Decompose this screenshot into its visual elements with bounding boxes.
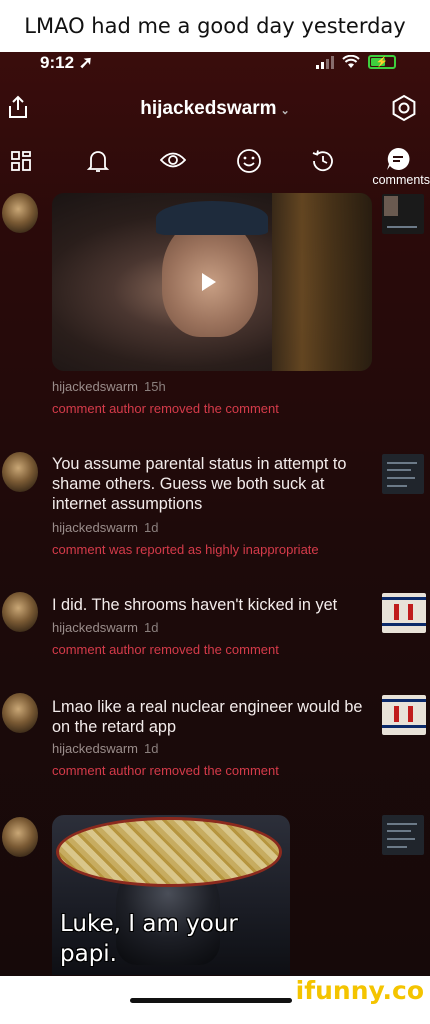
post-thumbnail[interactable]: [382, 593, 426, 633]
grid-icon: [11, 151, 31, 171]
comment-meta: hijackedswarm 1d: [52, 620, 158, 635]
gear-icon[interactable]: [390, 94, 418, 127]
status-time: 9:12 ➚: [40, 53, 93, 72]
tab-notifications[interactable]: [86, 148, 110, 179]
tab-comments-label: comments: [372, 173, 430, 187]
tab-grid[interactable]: [10, 150, 32, 177]
signal-icon: [316, 55, 334, 69]
comment-age: 1d: [143, 620, 159, 635]
watermark: ifunny.co: [295, 976, 424, 1005]
wifi-icon: [342, 55, 360, 68]
comment-age: 1d: [143, 520, 159, 535]
meme-text-line-1: Luke, I am your: [60, 911, 238, 937]
comment-video[interactable]: [52, 193, 372, 371]
eye-icon: [159, 152, 187, 168]
comment-author[interactable]: hijackedswarm: [52, 620, 138, 635]
comment-meta: hijackedswarm 1d: [52, 520, 158, 535]
comment-author[interactable]: hijackedswarm: [52, 520, 138, 535]
smile-icon: [237, 149, 261, 173]
caption-bar: LMAO had me a good day yesterday: [0, 0, 430, 52]
top-header: hijackedswarm ⌄: [0, 92, 430, 128]
app-screen: 9:12 ➚ ⚡ hijackedswarm ⌄ comments hijack…: [0, 52, 430, 976]
comment-meta: hijackedswarm 15h: [52, 379, 166, 394]
profile-tabs: comments: [0, 146, 430, 190]
comment-status: comment author removed the comment: [52, 763, 279, 778]
bell-icon: [86, 151, 110, 172]
history-icon: [312, 150, 333, 172]
comment-status: comment was reported as highly inappropr…: [52, 542, 319, 557]
comment-age: 1d: [143, 741, 159, 756]
comment-image[interactable]: Luke, I am your papi.: [52, 815, 290, 975]
comment-author[interactable]: hijackedswarm: [52, 741, 138, 756]
play-icon[interactable]: [202, 273, 216, 291]
comment-text: You assume parental status in attempt to…: [52, 455, 347, 513]
avatar[interactable]: [2, 817, 38, 857]
meme-text-line-2: papi.: [60, 941, 117, 967]
post-thumbnail[interactable]: [382, 194, 424, 234]
avatar[interactable]: [2, 592, 38, 632]
avatar[interactable]: [2, 452, 38, 492]
avatar[interactable]: [2, 693, 38, 733]
tab-views[interactable]: [159, 150, 187, 175]
battery-icon: ⚡: [368, 55, 396, 69]
comment-text: I did. The shrooms haven't kicked in yet: [52, 596, 338, 614]
comment-status: comment author removed the comment: [52, 642, 279, 657]
tab-smiles[interactable]: [236, 148, 262, 179]
comment-text: Lmao like a real nuclear engineer would …: [52, 698, 363, 736]
avatar[interactable]: [2, 193, 38, 233]
profile-username-dropdown[interactable]: hijackedswarm ⌄: [0, 98, 430, 120]
status-bar: 9:12 ➚ ⚡: [0, 52, 430, 78]
caption-text: LMAO had me a good day yesterday: [24, 14, 406, 38]
comment-meta: hijackedswarm 1d: [52, 741, 158, 756]
comment-age: 15h: [143, 379, 166, 394]
chevron-down-icon: ⌄: [280, 105, 290, 117]
post-thumbnail[interactable]: [382, 815, 424, 855]
comment-author[interactable]: hijackedswarm: [52, 379, 138, 394]
profile-username: hijackedswarm: [140, 98, 277, 119]
bottom-bar: ifunny.co: [0, 976, 430, 1024]
home-indicator[interactable]: [130, 998, 292, 1003]
post-thumbnail[interactable]: [382, 454, 424, 494]
post-thumbnail[interactable]: [382, 695, 426, 735]
comment-status: comment author removed the comment: [52, 401, 279, 416]
comment-icon: [387, 147, 410, 170]
status-icons: ⚡: [316, 55, 396, 69]
tab-history[interactable]: [310, 148, 336, 179]
